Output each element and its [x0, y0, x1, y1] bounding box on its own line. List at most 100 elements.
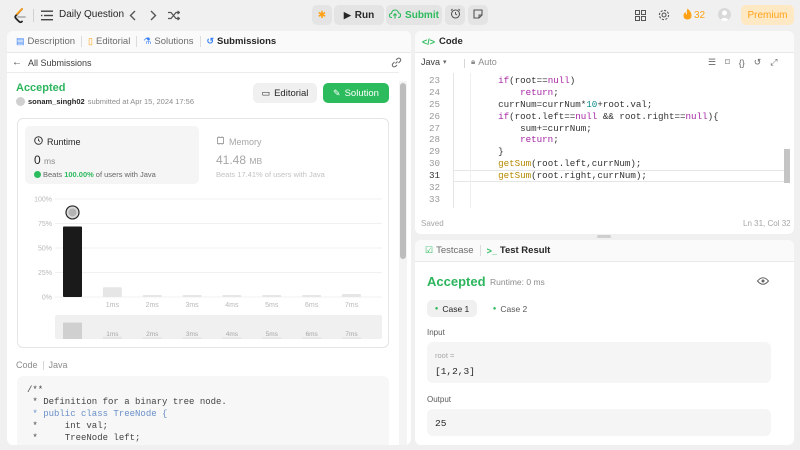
- arrow-left-icon: ←: [12, 57, 22, 68]
- language-select[interactable]: Java ▾: [421, 57, 447, 67]
- input-box[interactable]: root = [1,2,3]: [427, 342, 771, 383]
- output-box[interactable]: 25: [427, 409, 771, 436]
- memory-value: 41.48 MB: [216, 153, 263, 167]
- gear-icon[interactable]: [657, 8, 670, 21]
- line-number: 29: [428, 146, 440, 158]
- cursor-position: Ln 31, Col 32: [743, 219, 791, 228]
- x-tick-label: 5ms: [265, 302, 279, 309]
- tab-description[interactable]: ▤ Description: [13, 36, 78, 47]
- top-bar: Daily Question ✱ ▶ Run Submit 32 Premium: [0, 0, 800, 30]
- editor-scrollbar[interactable]: [784, 149, 790, 183]
- alarm-clock-icon: [450, 8, 461, 22]
- book-open-icon: ▭: [261, 87, 271, 98]
- memory-box[interactable]: Memory 41.48 MB Beats 17.41% of users wi…: [208, 126, 382, 184]
- y-tick-label: 75%: [38, 221, 52, 228]
- all-submissions-link[interactable]: ← All Submissions: [12, 57, 92, 68]
- link-icon[interactable]: [391, 57, 402, 68]
- x-tick-label: 3ms: [185, 302, 199, 309]
- submit-label: Submit: [405, 9, 439, 21]
- code-token: ;: [553, 86, 559, 98]
- streak-counter[interactable]: 32: [683, 8, 705, 23]
- code-line: * Definition for a binary tree node.: [27, 396, 227, 407]
- input-value: [1,2,3]: [435, 366, 475, 377]
- tab-submissions[interactable]: ↺ Submissions: [204, 36, 280, 47]
- editor-line: 26 if(root.left==null && root.right==nul…: [415, 111, 719, 123]
- case-1-tab[interactable]: ● Case 1: [427, 300, 477, 317]
- code-section-header: Code Java: [16, 360, 68, 370]
- premium-button[interactable]: Premium: [741, 5, 794, 25]
- eye-icon[interactable]: [757, 276, 769, 286]
- brush-tick-label: 6ms: [305, 331, 318, 338]
- tab-test-result[interactable]: >_ Test Result: [484, 245, 554, 256]
- chart-bar: [302, 295, 322, 297]
- runtime-distribution-chart[interactable]: 100% 75% 50% 25% 0% 1ms 2ms 3ms 4ms 5ms 6ms 7ms 1ms 2…: [18, 187, 388, 347]
- editorial-button[interactable]: ▭ Editorial: [253, 83, 317, 103]
- bookmark-icon[interactable]: ⌑: [725, 57, 730, 68]
- chevron-right-icon[interactable]: [147, 8, 159, 22]
- y-tick-label: 50%: [38, 246, 52, 253]
- code-tab[interactable]: Code: [439, 36, 463, 47]
- line-number: 27: [428, 122, 440, 134]
- chevron-left-icon[interactable]: [126, 8, 138, 22]
- dot-icon: ●: [434, 305, 439, 312]
- tab-editorial[interactable]: ▯ Editorial: [85, 36, 133, 47]
- bug-icon: ✱: [317, 9, 327, 21]
- code-token: ;: [553, 134, 559, 146]
- tab-testcase[interactable]: ☑ Testcase: [422, 245, 477, 256]
- case-2-tab[interactable]: ● Case 2: [485, 300, 535, 317]
- line-code: }: [476, 146, 504, 158]
- editor-line: 30 getSum(root.left,currNum);: [415, 158, 719, 170]
- runtime-box[interactable]: Runtime 0 ms Beats 100.00% of users with…: [25, 126, 199, 184]
- editor-line: 32: [415, 182, 719, 194]
- auto-mode[interactable]: 🔒︎ Auto: [471, 57, 497, 67]
- resize-handle[interactable]: [597, 235, 611, 238]
- shuffle-icon[interactable]: [167, 8, 180, 22]
- solution-button[interactable]: ✎ Solution: [323, 83, 389, 103]
- x-tick-label: 7ms: [345, 302, 359, 309]
- code-editor[interactable]: 23 if(root==null) 24 return; 25 currNum=cu…: [415, 73, 784, 208]
- submit-button[interactable]: Submit: [386, 5, 442, 25]
- debug-button[interactable]: ✱: [312, 5, 332, 25]
- line-number: 33: [428, 193, 440, 205]
- scrollbar-thumb[interactable]: [400, 83, 406, 259]
- code-token: && root.right==: [597, 110, 686, 122]
- streak-count: 32: [694, 10, 706, 21]
- submitted-code-block[interactable]: /** * Definition for a binary tree node.…: [17, 376, 389, 445]
- format-icon[interactable]: ☰: [708, 57, 716, 68]
- note-icon: [473, 8, 483, 22]
- x-tick-label: 2ms: [146, 302, 160, 309]
- line-code: getSum(root.left,currNum);: [476, 158, 641, 170]
- daily-question-title[interactable]: Daily Question: [59, 9, 124, 20]
- username[interactable]: sonam_singh02: [28, 97, 85, 106]
- layout-grid-icon[interactable]: [634, 9, 646, 21]
- code-token: (root.right,currNum);: [531, 170, 647, 182]
- checkbox-icon: ☑: [425, 245, 434, 255]
- notes-button[interactable]: [468, 5, 488, 25]
- problem-list-icon[interactable]: [41, 9, 53, 21]
- reset-icon[interactable]: ↺: [754, 57, 762, 68]
- expand-icon[interactable]: ⤢: [770, 57, 777, 68]
- tab-solutions[interactable]: ⚗ Solutions: [140, 36, 196, 47]
- code-line: * TreeNode left;: [27, 432, 141, 443]
- code-brackets-icon: </>: [422, 36, 436, 47]
- code-line: /**: [27, 385, 44, 395]
- timer-button[interactable]: [445, 5, 465, 25]
- code-editor-panel: </> Code Java ▾ 🔒︎ Auto ☰ ⌑ {} ↺ ⤢ 23 if…: [415, 31, 794, 234]
- runtime-label: Runtime: [47, 136, 81, 147]
- brush-tick-label: 5ms: [266, 331, 279, 338]
- code-token: +root.val;: [597, 98, 653, 110]
- editor-line: 27 sum+=currNum;: [415, 123, 719, 135]
- braces-icon[interactable]: {}: [739, 58, 745, 68]
- x-tick-label: 1ms: [106, 302, 120, 309]
- code-token: getSum: [498, 158, 532, 170]
- code-label: Code: [16, 360, 38, 370]
- avatar[interactable]: [718, 8, 731, 21]
- leetcode-logo[interactable]: [13, 8, 27, 24]
- code-language: Java: [48, 360, 68, 370]
- run-button[interactable]: ▶ Run: [334, 5, 384, 25]
